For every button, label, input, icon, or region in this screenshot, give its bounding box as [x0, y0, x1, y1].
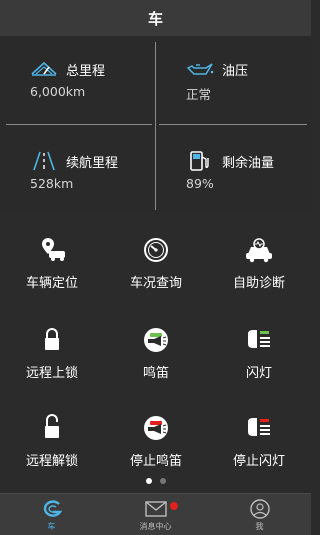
stat-oil-pressure: 油压 正常: [186, 56, 316, 103]
remote-actions-grid: 车辆定位 车况查询 自助诊断 远程上锁 鸣笛 闪灯 远程解锁 停止鸣笛 停止闪灯: [0, 214, 311, 479]
horn-button[interactable]: 鸣笛: [104, 326, 208, 381]
stat-value: 6,000km: [30, 84, 86, 99]
action-label: 车辆定位: [25, 276, 78, 291]
action-label: 自助诊断: [232, 276, 285, 291]
page-indicator: [0, 478, 311, 490]
bottom-tab-bar: 车 消息中心 我: [0, 493, 311, 535]
lock-icon: [45, 328, 59, 350]
profile-icon: [249, 499, 270, 519]
vehicle-status-button[interactable]: 车况查询: [104, 236, 208, 291]
stat-value: 528km: [30, 176, 74, 191]
action-label: 车况查询: [129, 276, 182, 291]
odometer-icon: [31, 61, 57, 76]
car-tab-icon: [43, 500, 62, 517]
page-dot-2[interactable]: [159, 478, 166, 484]
fuel-pump-icon: [190, 151, 209, 171]
action-label: 远程解锁: [25, 454, 78, 469]
headlight-stop-icon: [248, 418, 270, 436]
stat-total-mileage: 总里程 6,000km: [30, 56, 160, 99]
stat-label: 续航里程: [66, 155, 119, 171]
stat-fuel-remaining: 剩余油量 89%: [186, 148, 316, 191]
app-header: 车: [0, 0, 311, 36]
action-label: 停止鸣笛: [129, 454, 182, 469]
action-label: 鸣笛: [142, 366, 169, 381]
page-title: 车: [147, 9, 163, 28]
vehicle-location-button[interactable]: 车辆定位: [0, 236, 104, 291]
tab-label: 我: [255, 522, 264, 531]
stop-horn-button[interactable]: 停止鸣笛: [104, 414, 208, 469]
tab-car[interactable]: 车: [0, 494, 103, 535]
stat-label: 油压: [222, 63, 249, 79]
flash-lights-button[interactable]: 闪灯: [207, 326, 311, 381]
stat-label: 总里程: [66, 63, 106, 79]
car-location-icon: [42, 238, 65, 261]
unlock-icon: [45, 414, 59, 438]
horn-stop-icon: [144, 416, 168, 440]
self-diagnosis-button[interactable]: 自助诊断: [207, 236, 311, 291]
stop-flash-button[interactable]: 停止闪灯: [207, 414, 311, 469]
headlight-icon: [248, 330, 270, 348]
tab-messages[interactable]: 消息中心: [104, 494, 207, 535]
envelope-icon: [144, 501, 167, 517]
vehicle-stats-panel: 总里程 6,000km 油压 正常 续航里程 528km 剩余油量 89%: [0, 36, 311, 214]
stat-range: 续航里程 528km: [30, 148, 160, 191]
stats-divider-left: [6, 124, 152, 125]
tab-label: 消息中心: [139, 522, 172, 531]
page-dot-1[interactable]: [145, 478, 152, 484]
remote-lock-button[interactable]: 远程上锁: [0, 326, 104, 381]
oil-pressure-icon: [186, 63, 214, 75]
range-road-icon: [33, 151, 55, 171]
tab-label: 车: [47, 522, 56, 531]
action-label: 远程上锁: [25, 366, 78, 381]
unread-badge: [170, 502, 178, 510]
remote-unlock-button[interactable]: 远程解锁: [0, 414, 104, 469]
car-diagnosis-icon: [246, 238, 272, 263]
stat-value: 89%: [186, 176, 214, 191]
stats-divider-right: [159, 124, 307, 125]
horn-icon: [144, 328, 168, 352]
action-label: 停止闪灯: [232, 454, 285, 469]
tab-profile[interactable]: 我: [208, 494, 311, 535]
action-label: 闪灯: [245, 366, 272, 381]
stat-value: 正常: [186, 87, 212, 102]
stat-label: 剩余油量: [222, 155, 275, 171]
gauge-icon: [144, 238, 168, 262]
